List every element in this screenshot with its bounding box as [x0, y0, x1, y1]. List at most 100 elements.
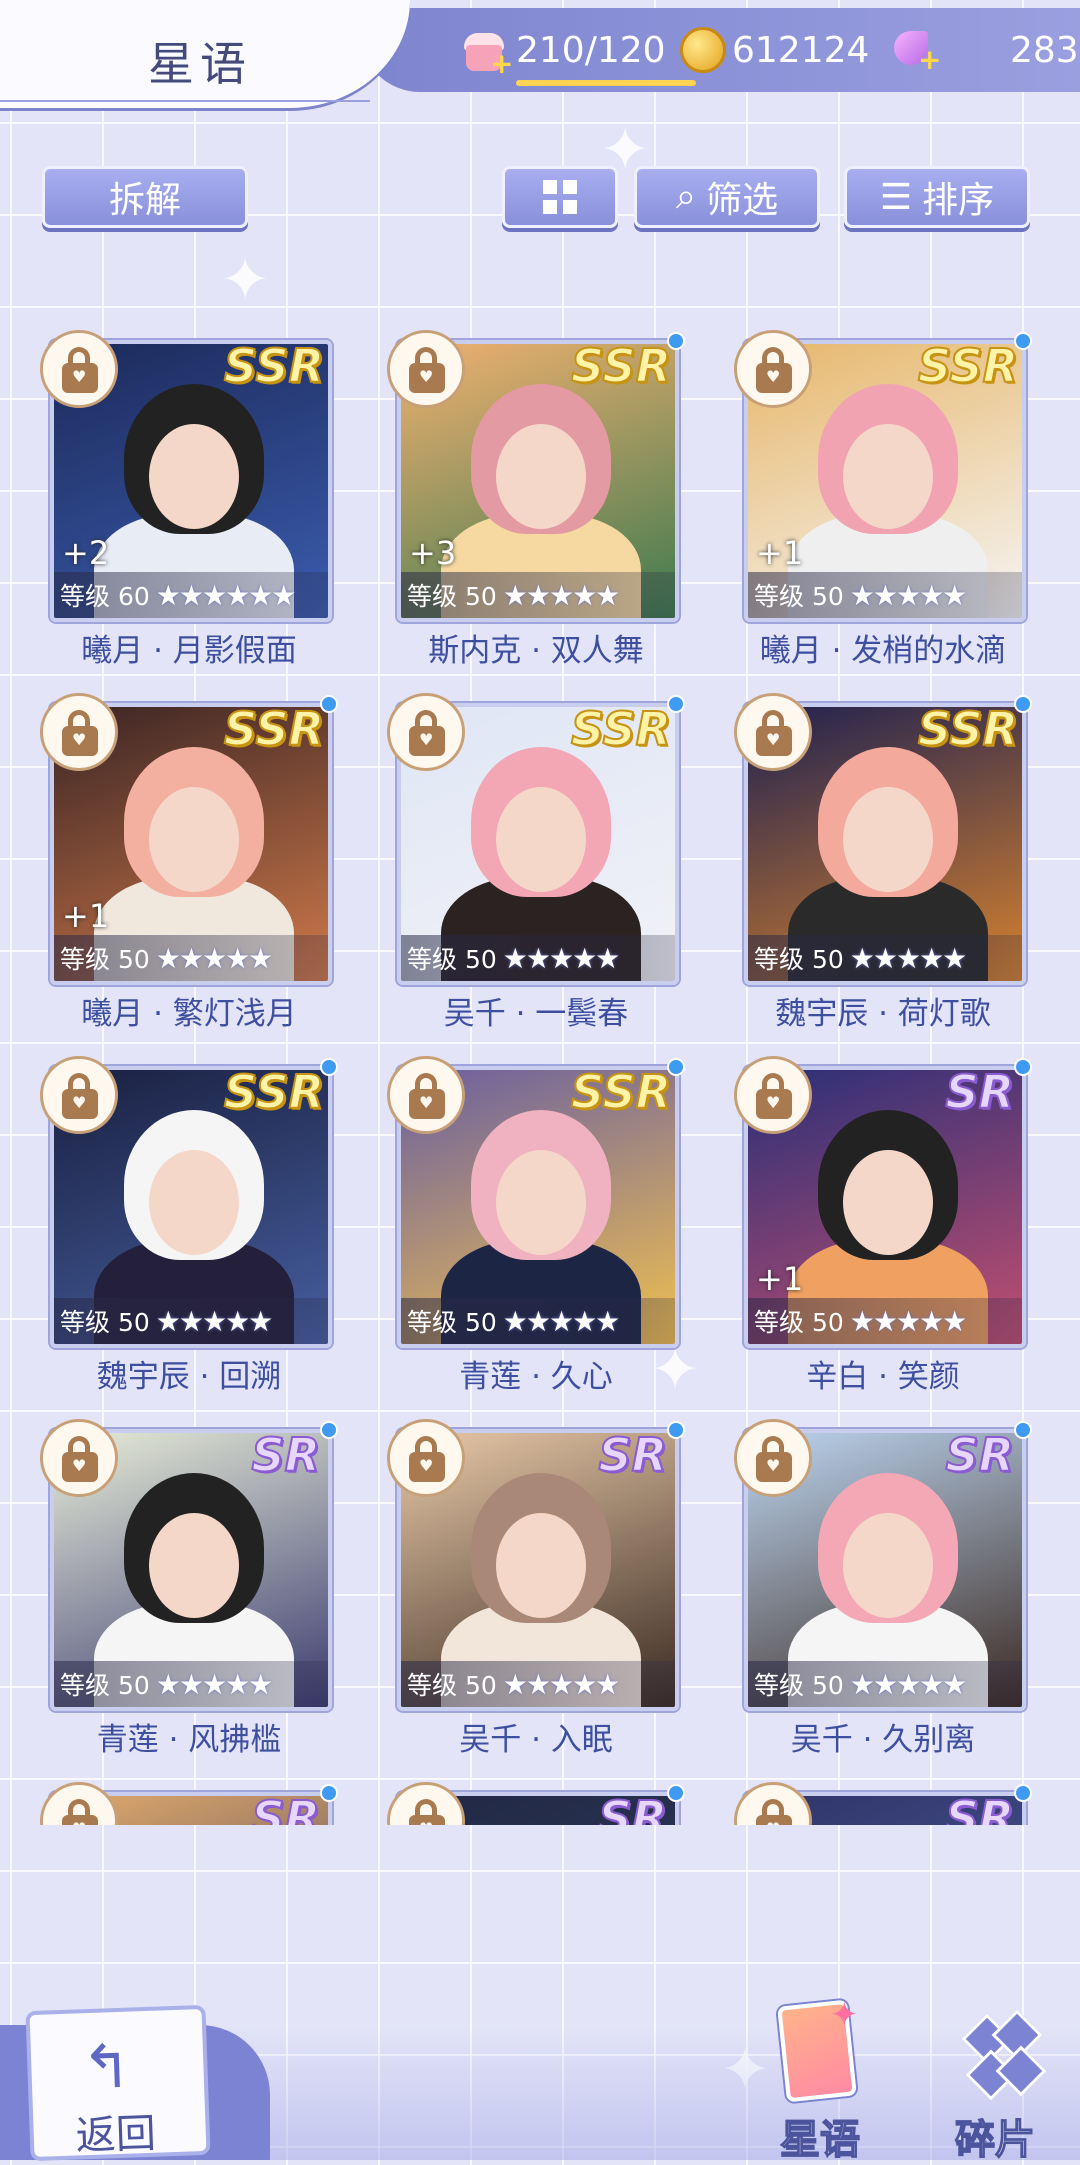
level-strip: 等级 50 ★★★★★	[748, 935, 1022, 981]
star-card[interactable]: 等级 50 ★★★★★ ♥ SSR 魏宇辰 · 荷灯歌	[734, 693, 1032, 1032]
enhance-bonus: +2	[62, 534, 110, 572]
rarity-badge: SR	[597, 1790, 668, 1825]
card-level: 等级 50	[60, 1671, 150, 1700]
rarity-badge: SSR	[570, 1064, 672, 1120]
gem-value: 283	[1010, 29, 1079, 71]
star-card[interactable]: 等级 50 ★★★★★ ♥ SR 吴千 · 久别离	[734, 1419, 1032, 1758]
lock-icon[interactable]: ♥	[734, 1419, 812, 1497]
sparkle-icon: ✦	[830, 1995, 859, 2035]
star-card[interactable]: ♥ SR	[734, 1782, 1032, 1825]
star-card[interactable]: 等级 50 ★★★★★ ♥ SSR 吴千 · 一鬓春	[387, 693, 685, 1032]
dismantle-label: 拆解	[108, 180, 181, 221]
card-level: 等级 50	[754, 945, 844, 974]
rarity-badge: SR	[250, 1427, 321, 1483]
card-level: 等级 50	[60, 945, 150, 974]
lock-icon[interactable]: ♥	[40, 1056, 118, 1134]
card-name: 吴千 · 入眠	[459, 1722, 613, 1758]
card-level: 等级 50	[407, 1671, 497, 1700]
card-level: 等级 50	[407, 582, 497, 611]
lock-icon[interactable]: ♥	[387, 330, 465, 408]
rarity-badge: SSR	[917, 338, 1019, 394]
dismantle-button[interactable]: 拆解	[42, 166, 248, 228]
star-card[interactable]: 等级 50 ★★★★★ +3 ♥ SSR 斯内克 · 双人舞	[387, 330, 685, 669]
nav-star-cards[interactable]: ✦ 星语	[760, 1995, 880, 2164]
card-name: 青莲 · 久心	[459, 1359, 613, 1395]
filter-button[interactable]: ⌕ 筛选	[634, 166, 820, 228]
lock-icon[interactable]: ♥	[40, 1419, 118, 1497]
lock-icon[interactable]: ♥	[734, 1782, 812, 1825]
card-name: 魏宇辰 · 荷灯歌	[775, 996, 991, 1032]
star-rating: ★★★★★	[849, 941, 968, 975]
new-indicator-dot	[1014, 1784, 1032, 1802]
swan-gem-icon: +	[890, 25, 941, 75]
lock-icon[interactable]: ♥	[387, 1056, 465, 1134]
card-name: 青莲 · 风拂槛	[96, 1722, 282, 1758]
rarity-badge: SR	[597, 1427, 668, 1483]
rarity-badge: SSR	[223, 701, 325, 757]
lock-icon[interactable]: ♥	[387, 693, 465, 771]
top-header: + 210/120 612124 + 283 星语	[0, 0, 1080, 115]
star-rating: ★★★★★	[502, 578, 621, 612]
enhance-bonus: +1	[756, 1260, 804, 1298]
lock-icon[interactable]: ♥	[734, 1056, 812, 1134]
level-strip: 等级 50 ★★★★★	[54, 1298, 328, 1344]
filter-label: 筛选	[706, 180, 779, 221]
level-strip: 等级 50 ★★★★★	[748, 1298, 1022, 1344]
star-card[interactable]: 等级 50 ★★★★★ ♥ SR 吴千 · 入眠	[387, 1419, 685, 1758]
lock-icon[interactable]: ♥	[734, 330, 812, 408]
star-card[interactable]: ♥ SR	[387, 1782, 685, 1825]
level-strip: 等级 50 ★★★★★	[401, 572, 675, 618]
new-indicator-dot	[667, 332, 685, 350]
new-indicator-dot	[1014, 695, 1032, 713]
rarity-badge: SR	[944, 1427, 1015, 1483]
star-card[interactable]: 等级 50 ★★★★★ +1 ♥ SSR 曦月 · 繁灯浅月	[40, 693, 338, 1032]
star-rating: ★★★★★	[849, 578, 968, 612]
card-name: 斯内克 · 双人舞	[428, 633, 644, 669]
rarity-badge: SSR	[917, 701, 1019, 757]
lock-icon[interactable]: ♥	[40, 1782, 118, 1825]
new-indicator-dot	[1014, 1058, 1032, 1076]
star-rating: ★★★★★	[849, 1667, 968, 1701]
nav-fragments-label: 碎片	[954, 2116, 1036, 2164]
star-card[interactable]: 等级 50 ★★★★★ +1 ♥ SSR 曦月 · 发梢的水滴	[734, 330, 1032, 669]
star-card[interactable]: 等级 50 ★★★★★ ♥ SSR 青莲 · 久心	[387, 1056, 685, 1395]
new-indicator-dot	[320, 1058, 338, 1076]
stamina-resource[interactable]: + 210/120	[460, 22, 696, 86]
star-rating: ★★★★★	[155, 1304, 274, 1338]
star-card[interactable]: ♥ SR	[40, 1782, 338, 1825]
new-indicator-dot	[1014, 332, 1032, 350]
stamina-bar	[516, 80, 696, 86]
star-rating: ★★★★★	[155, 1667, 274, 1701]
lock-icon[interactable]: ♥	[734, 693, 812, 771]
resource-bar: + 210/120 612124 + 283	[360, 8, 1080, 92]
rarity-badge: SSR	[570, 338, 672, 394]
card-level: 等级 50	[754, 1671, 844, 1700]
star-card[interactable]: 等级 50 ★★★★★ ♥ SSR 魏宇辰 · 回溯	[40, 1056, 338, 1395]
card-name: 曦月 · 发梢的水滴	[759, 633, 1007, 669]
new-indicator-dot	[667, 1421, 685, 1439]
nav-star-cards-label: 星语	[779, 2116, 861, 2164]
sort-button[interactable]: ☰ 排序	[844, 166, 1030, 228]
new-indicator-dot	[667, 1784, 685, 1802]
coin-icon	[680, 27, 726, 73]
lock-icon[interactable]: ♥	[40, 693, 118, 771]
star-card[interactable]: 等级 50 ★★★★★ ♥ SR 青莲 · 风拂槛	[40, 1419, 338, 1758]
enhance-bonus: +1	[62, 897, 110, 935]
enhance-bonus: +3	[409, 534, 457, 572]
card-name: 吴千 · 久别离	[790, 1722, 976, 1758]
nav-fragments[interactable]: 碎片	[935, 1995, 1055, 2164]
level-strip: 等级 50 ★★★★★	[54, 1661, 328, 1707]
grid-view-button[interactable]	[502, 166, 618, 228]
lock-icon[interactable]: ♥	[387, 1419, 465, 1497]
lock-icon[interactable]: ♥	[387, 1782, 465, 1825]
new-indicator-dot	[667, 695, 685, 713]
gem-resource[interactable]: + 283	[890, 22, 1079, 78]
rarity-badge: SSR	[223, 1064, 325, 1120]
card-level: 等级 50	[407, 1308, 497, 1337]
star-card[interactable]: 等级 50 ★★★★★ +1 ♥ SR 辛白 · 笑颜	[734, 1056, 1032, 1395]
lock-icon[interactable]: ♥	[40, 330, 118, 408]
back-button[interactable]: ↰ 返回	[25, 2004, 211, 2162]
star-card[interactable]: 等级 60 ★★★★★★ +2 ♥ SSR 曦月 · 月影假面	[40, 330, 338, 669]
card-name: 辛白 · 笑颜	[806, 1359, 960, 1395]
back-arrow-icon: ↰	[80, 2031, 133, 2104]
